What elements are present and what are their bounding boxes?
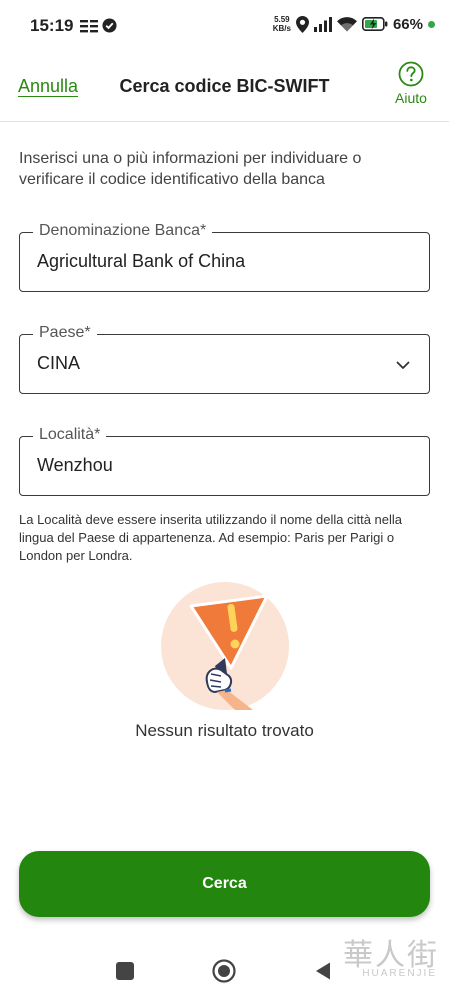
chevron-down-icon[interactable] <box>395 357 411 373</box>
status-system-icons: 5.59 KB/s 66% <box>273 15 435 33</box>
status-notification-icons <box>80 18 117 33</box>
city-input[interactable]: Wenzhou <box>37 455 113 476</box>
location-icon <box>295 15 309 33</box>
empty-state-message: Nessun risultato trovato <box>135 721 314 740</box>
app-header: Annulla Cerca codice BIC-SWIFT Aiuto <box>0 52 449 122</box>
status-time: 15:19 <box>30 16 74 35</box>
status-bar: 15:19 5.59 KB/s 66% <box>0 0 449 52</box>
back-icon[interactable] <box>314 961 332 981</box>
signal-icon <box>313 16 332 32</box>
bank-name-field[interactable]: Denominazione Banca* Agricultural Bank o… <box>19 221 430 292</box>
recent-apps-icon[interactable] <box>116 962 134 980</box>
help-label: Aiuto <box>395 90 427 106</box>
battery-percentage: 66% <box>392 15 423 33</box>
bank-name-label: Denominazione Banca* <box>33 221 213 241</box>
page-title: Cerca codice BIC-SWIFT <box>119 76 330 96</box>
intro-text: Inserisci una o più informazioni per ind… <box>19 150 362 188</box>
bank-name-input[interactable]: Agricultural Bank of China <box>37 251 245 272</box>
wifi-icon <box>336 16 357 31</box>
city-field[interactable]: Località* Wenzhou <box>19 425 430 496</box>
country-value[interactable]: CINA <box>37 353 80 374</box>
notification-list-icon <box>80 19 98 32</box>
privacy-indicator-dot <box>428 20 435 28</box>
net-speed: 5.59 KB/s <box>272 15 291 33</box>
help-icon <box>398 61 424 87</box>
city-helper-text: La Località deve essere inserita utilizz… <box>19 512 402 563</box>
help-button[interactable]: Aiuto <box>387 61 435 106</box>
country-label: Paese* <box>33 323 97 343</box>
warning-sign-illustration <box>161 582 289 710</box>
city-label: Località* <box>33 425 107 445</box>
country-select[interactable]: Paese* CINA <box>19 323 430 394</box>
search-button[interactable]: Cerca <box>19 851 430 917</box>
system-nav-bar <box>0 940 449 1000</box>
check-badge-icon <box>102 18 117 33</box>
home-icon[interactable] <box>212 959 236 983</box>
battery-charging-icon <box>361 17 388 31</box>
